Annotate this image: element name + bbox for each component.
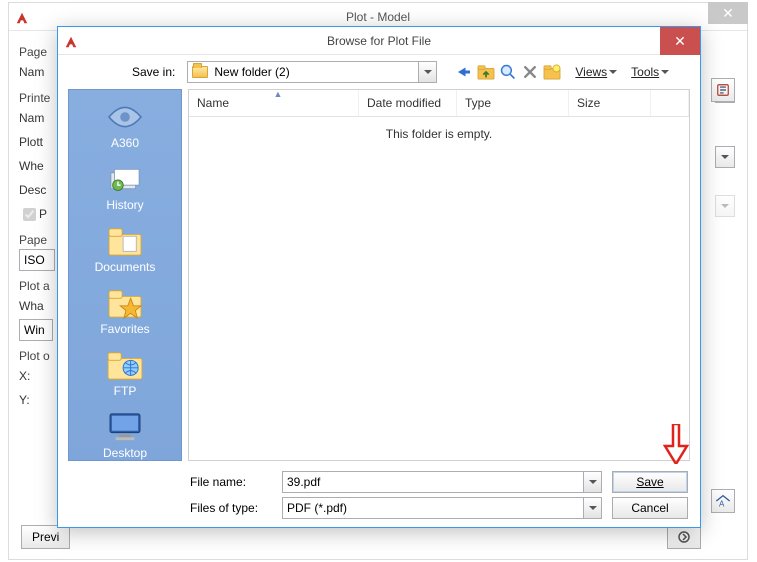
- sidebar-item-documents[interactable]: Documents: [69, 222, 181, 278]
- svg-text:A: A: [719, 499, 725, 508]
- dialog-close-button[interactable]: ✕: [660, 27, 700, 55]
- file-type-label: Files of type:: [190, 501, 272, 515]
- page-setup-icon-button[interactable]: [711, 78, 735, 102]
- history-icon: [105, 162, 145, 196]
- favorites-icon: [105, 286, 145, 320]
- sidebar-item-history[interactable]: History: [69, 160, 181, 216]
- file-name-label: File name:: [190, 475, 272, 489]
- places-sidebar: A360 History Documents Favorites FTP Des…: [68, 89, 182, 461]
- new-folder-icon[interactable]: [543, 63, 561, 81]
- save-in-label: Save in:: [132, 65, 175, 79]
- ftp-icon: [105, 348, 145, 382]
- save-button[interactable]: Save: [612, 471, 688, 493]
- printer-props-dropdown-button[interactable]: [715, 195, 735, 217]
- folder-icon: [192, 66, 208, 78]
- chevron-down-icon: [583, 498, 601, 518]
- dialog-title-bar: Browse for Plot File ✕: [58, 27, 700, 55]
- plot-to-file-checkbox[interactable]: [23, 208, 36, 221]
- plot-to-file-label: P: [39, 207, 47, 221]
- plot-area-select[interactable]: [19, 319, 53, 341]
- file-type-value: PDF (*.pdf): [287, 501, 347, 515]
- up-folder-icon[interactable]: [477, 63, 495, 81]
- file-name-input[interactable]: 39.pdf: [282, 471, 602, 493]
- preview-button[interactable]: Previ: [21, 525, 70, 549]
- delete-icon[interactable]: [521, 63, 539, 81]
- plot-title-text: Plot - Model: [346, 10, 410, 24]
- desktop-icon: [105, 410, 145, 444]
- plot-style-icon-button[interactable]: A: [711, 489, 735, 513]
- sidebar-item-favorites[interactable]: Favorites: [69, 284, 181, 340]
- file-name-value: 39.pdf: [287, 475, 320, 489]
- dialog-footer: File name: 39.pdf Save Files of type: PD…: [58, 461, 700, 519]
- col-end: [651, 90, 689, 116]
- col-size[interactable]: Size: [569, 90, 651, 116]
- dialog-toolbar: Save in: New folder (2) Views Tools: [58, 55, 700, 89]
- autocad-logo-icon: [15, 7, 29, 35]
- sort-asc-icon: ▲: [274, 89, 283, 99]
- views-menu[interactable]: Views: [575, 65, 617, 79]
- tools-menu[interactable]: Tools: [631, 65, 669, 79]
- chevron-down-icon: [418, 62, 436, 82]
- back-icon[interactable]: [455, 63, 473, 81]
- col-name[interactable]: Name▲: [189, 90, 359, 116]
- a360-icon: [105, 100, 145, 134]
- dialog-title-text: Browse for Plot File: [327, 34, 431, 48]
- sidebar-item-a360[interactable]: A360: [69, 98, 181, 154]
- sidebar-item-ftp[interactable]: FTP: [69, 346, 181, 402]
- cancel-button[interactable]: Cancel: [612, 497, 688, 519]
- empty-folder-text: This folder is empty.: [189, 117, 689, 151]
- printer-name-dropdown-button[interactable]: [715, 146, 735, 168]
- search-web-icon[interactable]: [499, 63, 517, 81]
- paper-size-select[interactable]: [19, 249, 55, 271]
- save-in-dropdown[interactable]: New folder (2): [187, 61, 437, 83]
- file-listing: Name▲ Date modified Type Size This folde…: [188, 89, 690, 461]
- list-header: Name▲ Date modified Type Size: [189, 90, 689, 117]
- file-type-select[interactable]: PDF (*.pdf): [282, 497, 602, 519]
- chevron-down-icon: [583, 472, 601, 492]
- save-in-value: New folder (2): [214, 65, 289, 79]
- col-date[interactable]: Date modified: [359, 90, 457, 116]
- expand-button[interactable]: [667, 525, 701, 549]
- browse-plot-file-dialog: Browse for Plot File ✕ Save in: New fold…: [57, 26, 701, 528]
- col-type[interactable]: Type: [457, 90, 569, 116]
- documents-icon: [105, 224, 145, 258]
- autocad-logo-icon: [64, 31, 78, 59]
- sidebar-item-desktop[interactable]: Desktop: [69, 408, 181, 464]
